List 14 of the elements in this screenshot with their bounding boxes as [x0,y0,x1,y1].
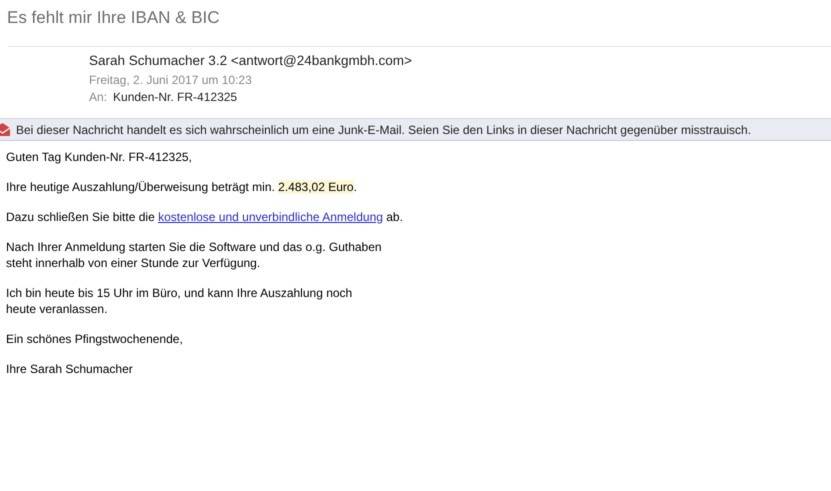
sender: Sarah Schumacher 3.2 <antwort@24bankgmbh.com> [89,52,413,69]
paragraph: Nach Ihrer Anmeldung starten Sie die Software und das o.g. Guthaben steht innerhalb von einer Stunde zur Verfügung. [6,239,383,271]
date: Freitag, 2. Juni 2017 um 10:23 [89,72,253,89]
paragraph: Ich bin heute bis 15 Uhr im Büro, und kann Ihre Auszahlung noch heute veranlassen. [6,285,354,317]
paragraph: Dazu schließen Sie bitte die kostenlose und unverbindliche Anmeldung ab. [6,209,404,225]
paragraph: Ihre Sarah Schumacher [6,361,134,377]
junk-warning: Bei dieser Nachricht handelt es sich wahrscheinlich um eine Junk-E-Mail. Seien Sie den Links in dieser Nachricht gegenüber misstrauisch. [16,122,752,136]
email-subject: Es fehlt mir Ihre IBAN & BIC [6,7,221,29]
recipient: Kunden-Nr. FR-412325 [113,90,238,104]
paragraph: Guten Tag Kunden-Nr. FR-412325, [6,149,193,165]
paragraph: Ein schönes Pfingstwochenende, [6,331,184,347]
paragraph: Ihre heutige Auszahlung/Überweisung beträgt min. 2.483,02 Euro. [6,179,358,195]
to-label: An: [89,90,108,104]
link[interactable]: kostenlose und unverbindliche Anmeldung [158,210,383,224]
